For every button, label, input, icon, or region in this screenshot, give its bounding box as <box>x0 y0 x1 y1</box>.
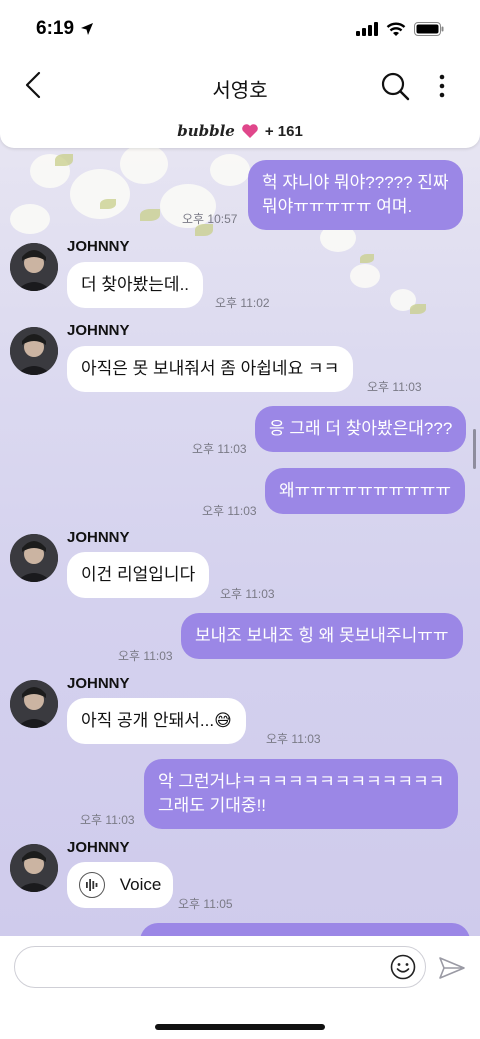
avatar[interactable] <box>10 327 58 375</box>
message-bubble-outgoing[interactable]: 악 그런거냐ㅋㅋㅋㅋㅋㅋㅋㅋㅋㅋㅋㅋㅋ 그래도 기대중!! <box>144 759 459 829</box>
scrollbar-thumb[interactable] <box>473 429 476 469</box>
sender-name: JOHNNY <box>67 675 130 692</box>
wifi-icon <box>386 22 406 36</box>
avatar[interactable] <box>10 680 58 728</box>
message-line: 헉 쟈니야 뭐야????? 진짜 <box>262 173 449 192</box>
message-bubble-incoming[interactable]: 아직은 못 보내줘서 좀 아쉽네요 ㅋㅋ <box>67 346 354 392</box>
avatar[interactable] <box>10 243 58 291</box>
chat-area[interactable]: bubble + 161 헉 쟈니야 뭐야????? 진짜 뭐야ㅠㅠㅠㅠㅠ 여며… <box>0 114 480 936</box>
voice-label: Voice <box>119 875 162 894</box>
home-indicator <box>155 1024 325 1030</box>
input-bar <box>0 936 480 1039</box>
message-time: 오후 11:03 <box>202 504 257 518</box>
message-bubble-outgoing-partial[interactable] <box>140 923 470 936</box>
message-line: 그래도 기대중!! <box>158 796 267 815</box>
send-icon[interactable] <box>438 954 466 982</box>
sender-name: JOHNNY <box>67 529 130 546</box>
message-time: 오후 11:03 <box>220 587 275 601</box>
message-bubble-outgoing[interactable]: 보내조 보내조 힝 왜 못보내주니ㅠㅠ <box>181 613 463 659</box>
voice-wave-icon <box>79 872 105 898</box>
smiley-icon[interactable] <box>390 954 416 980</box>
message-bubble-incoming[interactable]: 아직 공개 안돼서...😅 <box>67 698 246 744</box>
message-bubble-incoming[interactable]: 더 찾아봤는데.. <box>67 262 204 308</box>
message-bubble-incoming[interactable]: 이건 리얼입니다 <box>67 552 210 598</box>
nav-bar: 서영호 <box>0 58 480 114</box>
message-time: 오후 10:57 <box>182 212 238 226</box>
status-icons <box>356 22 444 37</box>
avatar[interactable] <box>10 844 58 892</box>
back-chevron-icon[interactable] <box>20 70 50 100</box>
message-bubble-outgoing[interactable]: 왜ㅠㅠㅠㅠㅠㅠㅠㅠㅠㅠ <box>265 468 466 514</box>
message-line: 악 그런거냐ㅋㅋㅋㅋㅋㅋㅋㅋㅋㅋㅋㅋㅋ <box>158 772 445 791</box>
message-bubble-outgoing[interactable]: 응 그래 더 찾아봤은대??? <box>255 406 467 452</box>
battery-icon <box>414 22 444 36</box>
message-input[interactable] <box>14 946 426 988</box>
heart-icon <box>242 124 258 138</box>
message-time: 오후 11:03 <box>80 813 135 827</box>
bubble-count: + 161 <box>264 122 303 140</box>
sender-name: JOHNNY <box>67 839 130 856</box>
sender-name: JOHNNY <box>67 322 130 339</box>
bubble-banner[interactable]: bubble + 161 <box>0 114 480 148</box>
status-bar: 6:19 <box>0 0 480 58</box>
search-icon[interactable] <box>380 71 410 101</box>
bubble-brand: bubble <box>177 122 235 140</box>
message-time: 오후 11:02 <box>215 296 270 310</box>
sender-name: JOHNNY <box>67 238 130 255</box>
voice-message-bubble[interactable]: Voice <box>67 862 174 908</box>
status-time-text: 6:19 <box>36 18 75 39</box>
message-time: 오후 11:03 <box>118 649 173 663</box>
location-arrow-icon <box>81 23 94 35</box>
avatar[interactable] <box>10 534 58 582</box>
message-bubble-outgoing[interactable]: 헉 쟈니야 뭐야????? 진짜 뭐야ㅠㅠㅠㅠㅠ 여며. <box>248 160 463 230</box>
message-time: 오후 11:03 <box>266 732 321 746</box>
more-vertical-icon[interactable] <box>430 71 454 101</box>
message-time: 오후 11:03 <box>367 380 422 394</box>
message-line: 뭐야ㅠㅠㅠㅠㅠ 여며. <box>262 197 413 216</box>
cellular-signal-icon <box>356 22 378 36</box>
message-time: 오후 11:05 <box>178 897 233 911</box>
message-time: 오후 11:03 <box>192 442 247 456</box>
status-time: 6:19 <box>36 18 94 40</box>
